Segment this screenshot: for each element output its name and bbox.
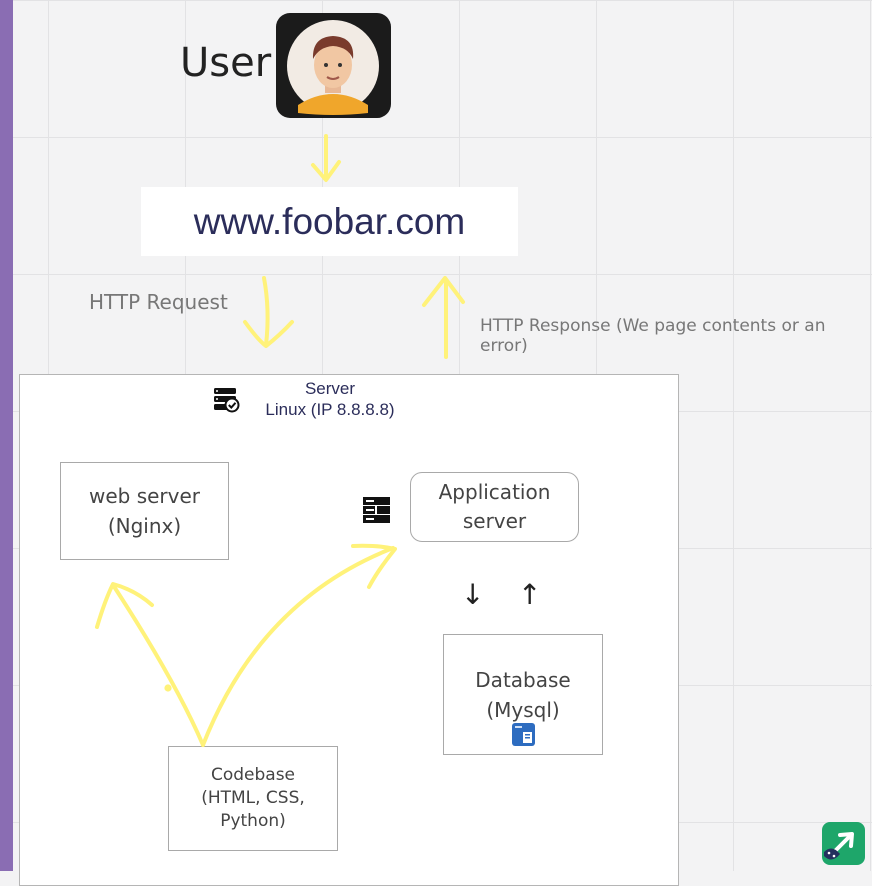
codebase-to-webserver-arrow bbox=[111, 583, 205, 747]
http-request-arrow bbox=[262, 276, 270, 347]
codebase-to-appserver-arrow bbox=[201, 546, 395, 747]
annotation-layer bbox=[95, 134, 465, 747]
corner-app-icon[interactable] bbox=[822, 822, 865, 865]
